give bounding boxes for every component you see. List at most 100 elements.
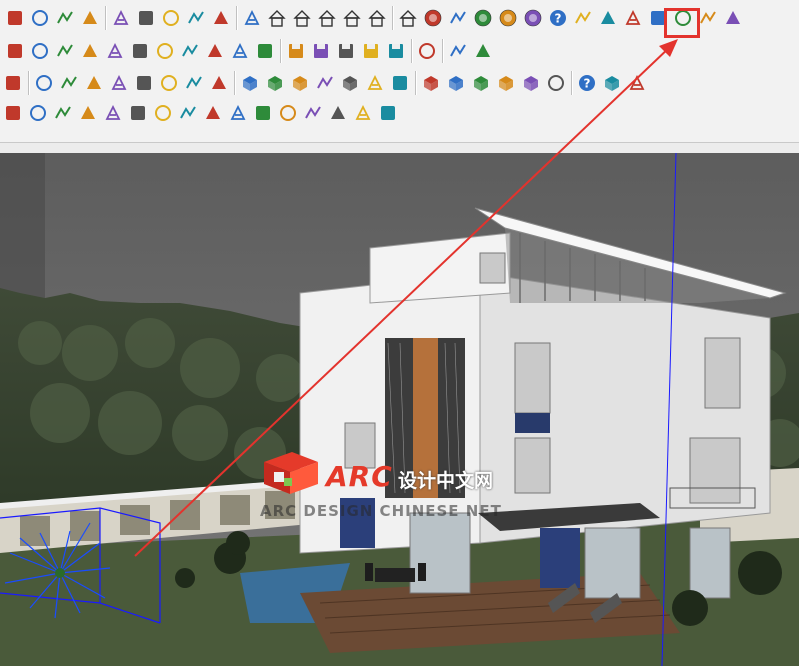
magic-icon[interactable] [202,102,224,124]
paint-bucket-icon[interactable] [4,7,26,29]
image-frame-icon[interactable] [601,72,623,94]
tile-orange2-icon[interactable] [520,72,542,94]
chart-icon[interactable] [208,72,230,94]
toolbar-separator [392,6,394,30]
save-green-icon[interactable] [335,40,357,62]
gif-icon[interactable] [377,102,399,124]
svg-text:?: ? [584,77,591,91]
frame-orange-icon[interactable] [470,72,492,94]
toolbar-row-4 [0,97,799,127]
freehand-icon[interactable] [54,40,76,62]
line-red-icon[interactable] [58,72,80,94]
printer-icon[interactable] [277,102,299,124]
cube-orange-icon[interactable] [420,72,442,94]
watermark-chinese: 设计中文网 [398,470,494,492]
arc3-icon[interactable] [129,40,151,62]
house-outline-icon[interactable] [366,7,388,29]
toolbar-separator [234,71,236,95]
house-icon[interactable] [316,7,338,29]
warehouse-icon[interactable] [397,7,419,29]
flag-icon[interactable] [27,102,49,124]
toolbar-separator [411,39,413,63]
br-badge-icon[interactable] [522,7,544,29]
tile-orange-icon[interactable] [495,72,517,94]
rt-badge-icon[interactable] [497,7,519,29]
pause-icon[interactable] [722,7,744,29]
box-icon[interactable] [289,72,311,94]
tag-icon[interactable] [447,7,469,29]
wrench-icon[interactable] [204,40,226,62]
bookmark-icon[interactable] [2,72,24,94]
box-orange-icon[interactable] [445,72,467,94]
page-blue-icon[interactable] [389,72,411,94]
svg-text:?: ? [555,12,562,26]
scene-render [0,153,799,666]
search-doc-icon[interactable] [302,102,324,124]
grid-icon[interactable] [2,102,24,124]
shield-icon[interactable] [77,102,99,124]
cube-blue-icon[interactable] [239,72,261,94]
layer-icon[interactable] [210,7,232,29]
question-icon[interactable]: ? [576,72,598,94]
house-front-icon[interactable] [266,7,288,29]
save-blue-icon[interactable] [310,40,332,62]
eraser-red-icon[interactable] [472,40,494,62]
save-purple-icon[interactable] [360,40,382,62]
zigzag-icon[interactable] [154,40,176,62]
toolbar-separator [105,6,107,30]
note-icon[interactable] [416,40,438,62]
door-icon[interactable] [291,7,313,29]
eraser-icon[interactable] [29,7,51,29]
page-icon[interactable] [314,72,336,94]
arrow-left-icon[interactable] [83,72,105,94]
r-badge-icon[interactable] [472,7,494,29]
arc2-icon[interactable] [104,40,126,62]
zoom-icon[interactable] [110,7,132,29]
circle-icon[interactable] [4,40,26,62]
house-side-icon[interactable] [341,7,363,29]
settings-icon[interactable] [177,102,199,124]
cursor-icon[interactable] [545,72,567,94]
arc-tool-icon[interactable] [79,40,101,62]
polygon-icon[interactable] [179,40,201,62]
line-yellow-icon[interactable] [108,72,130,94]
building-icon[interactable] [183,72,205,94]
model-viewport[interactable]: ARC 设计中文网 ARC DESIGN CHINESE NET [0,153,799,666]
gear-icon[interactable] [158,72,180,94]
sparkle-icon[interactable] [227,102,249,124]
export-blue-icon[interactable] [152,102,174,124]
cube-outline-icon[interactable] [264,72,286,94]
target-icon[interactable] [697,7,719,29]
diamond-icon[interactable] [597,7,619,29]
zoom-extents-icon[interactable] [135,7,157,29]
cube-grey-icon[interactable] [339,72,361,94]
ellipse-icon[interactable] [229,40,251,62]
m-badge-icon[interactable] [422,7,444,29]
layers-icon[interactable] [364,72,386,94]
clapper-icon[interactable] [352,102,374,124]
help-icon[interactable]: ? [547,7,569,29]
toolbar-gap [0,143,799,153]
film-icon[interactable] [626,72,648,94]
brush-icon[interactable] [447,40,469,62]
orbit-icon[interactable] [54,7,76,29]
previous-view-icon[interactable] [160,7,182,29]
toolbar-separator [571,71,573,95]
pan-icon[interactable] [79,7,101,29]
ds-icon[interactable] [102,102,124,124]
arrows-icon[interactable] [52,102,74,124]
export-icon[interactable] [241,7,263,29]
scale-icon[interactable] [33,72,55,94]
toolbar-separator [28,71,30,95]
wand-icon[interactable] [127,102,149,124]
save-red-icon[interactable] [285,40,307,62]
brush2-icon[interactable] [252,102,274,124]
book-icon[interactable] [327,102,349,124]
triangle-icon[interactable] [254,40,276,62]
arc-icon[interactable] [29,40,51,62]
label-icon[interactable] [572,7,594,29]
save-grey-icon[interactable] [385,40,407,62]
component-icon[interactable] [185,7,207,29]
line-green-icon[interactable] [133,72,155,94]
pencil-icon[interactable] [622,7,644,29]
